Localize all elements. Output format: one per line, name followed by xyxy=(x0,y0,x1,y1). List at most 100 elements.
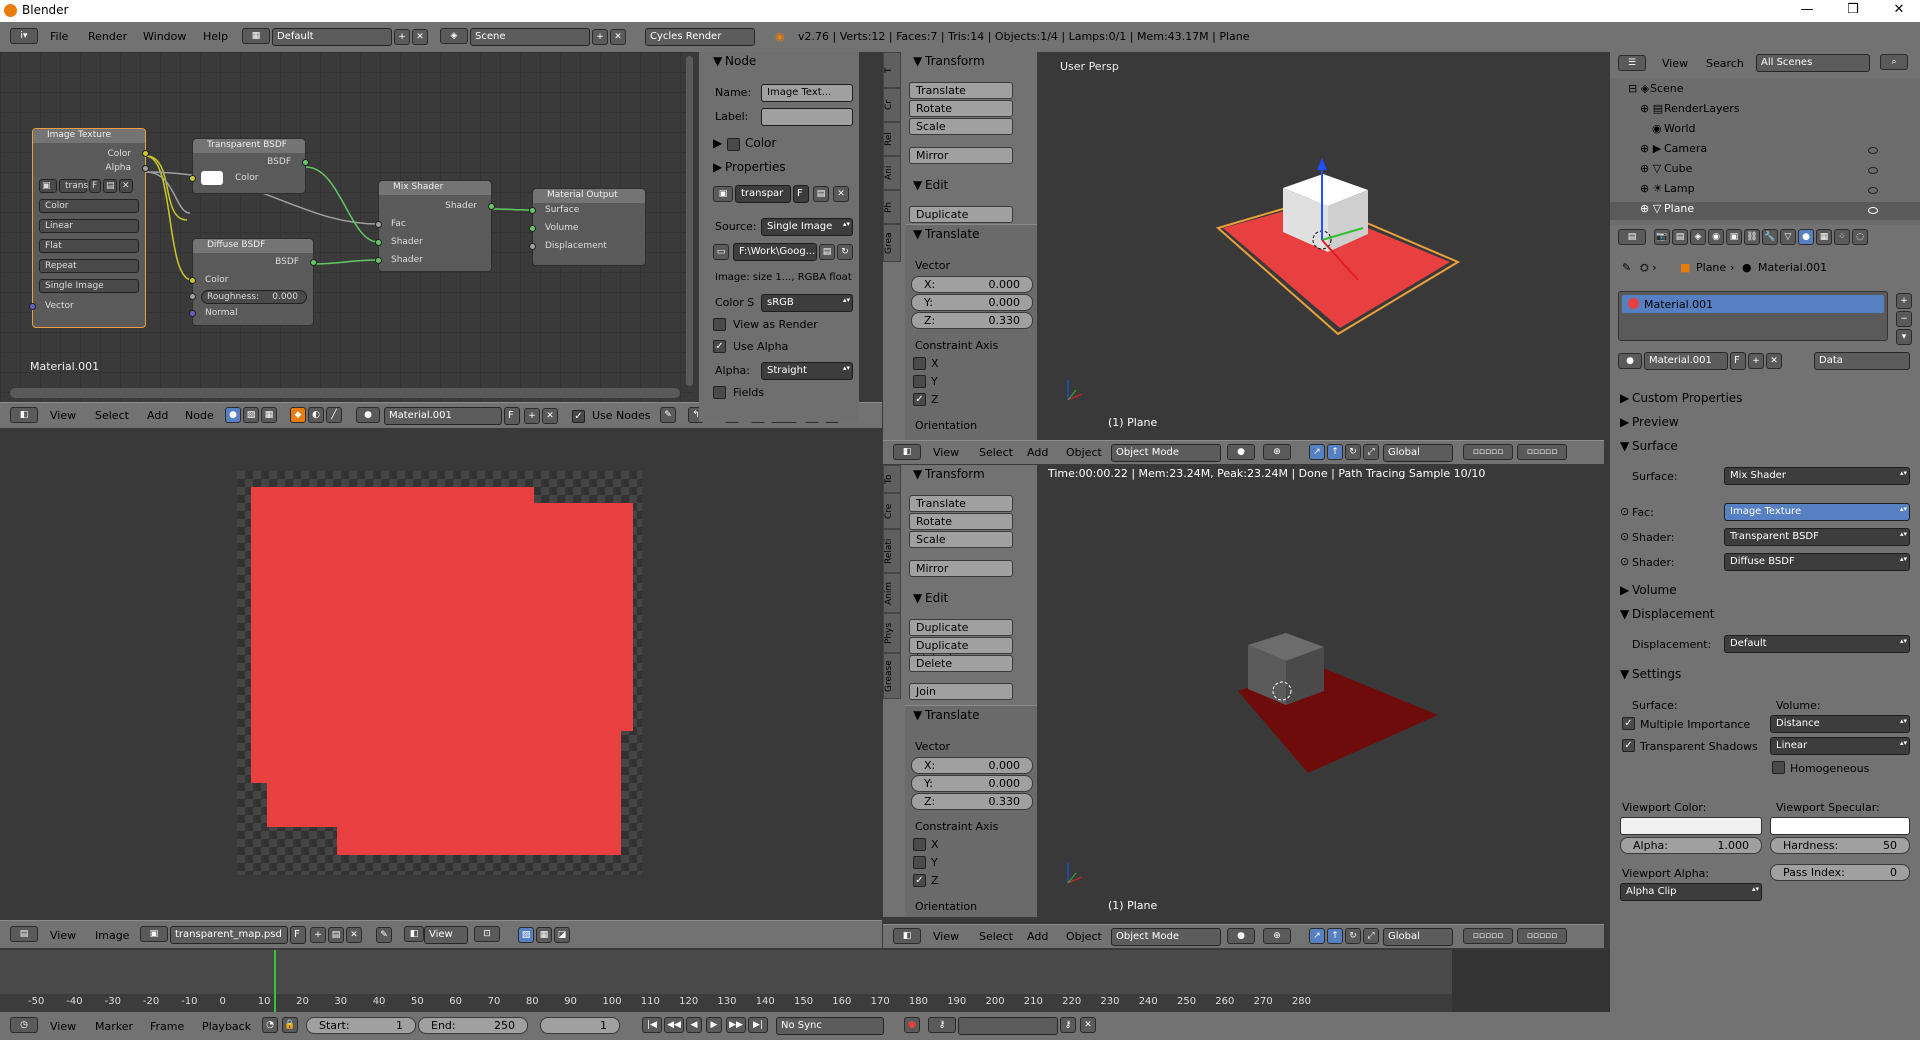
pivot-point-icon[interactable]: ⊕ xyxy=(1263,928,1291,944)
visibility-eye-icon[interactable] xyxy=(1868,147,1878,154)
scene-tab-icon[interactable]: ◈ xyxy=(1690,229,1706,245)
lock-range-icon[interactable]: 🔒 xyxy=(282,1017,298,1033)
operator-title[interactable]: Translate xyxy=(925,227,980,241)
layers-grid-1[interactable]: ▫▫▫▫▫ xyxy=(1463,444,1513,460)
shading-mode-icon[interactable]: ● xyxy=(1227,928,1255,944)
compositor-nodes-icon[interactable]: ▨ xyxy=(243,407,259,423)
rotate-manipulator-icon[interactable]: ↻ xyxy=(1345,444,1361,460)
maximize-button[interactable]: ❒ xyxy=(1830,0,1876,22)
world-shader-icon[interactable]: ◐ xyxy=(308,407,324,423)
rotate-button[interactable]: Rotate xyxy=(909,513,1013,530)
socket-displacement-in[interactable] xyxy=(529,243,536,250)
keying-icon[interactable]: ⚷ xyxy=(928,1017,956,1033)
tab-grease-pencil[interactable]: Grea xyxy=(883,224,901,262)
manipulator-icon[interactable]: ↗ xyxy=(1309,928,1325,944)
tree-item-renderlayers[interactable]: ⊕ ▤ RenderLayers xyxy=(1610,102,1920,120)
socket-color-in[interactable] xyxy=(189,175,196,182)
horizontal-scrollbar[interactable] xyxy=(10,388,680,398)
start-frame-field[interactable]: Start: 1 xyxy=(306,1017,416,1034)
menu-add[interactable]: Add xyxy=(147,409,168,422)
add-material-icon[interactable]: + xyxy=(524,408,540,424)
color-space-select[interactable]: sRGB xyxy=(761,294,853,312)
tab-animation[interactable]: Ani xyxy=(883,156,901,190)
editor-type-icon[interactable]: ▤ xyxy=(10,926,38,942)
image-name-field[interactable]: transpar xyxy=(735,185,791,203)
tab-create[interactable]: Cre xyxy=(883,493,901,529)
menu-view[interactable]: View xyxy=(50,929,76,942)
editor-type-icon[interactable]: ◧ xyxy=(893,928,921,944)
volume-sampling-select[interactable]: Distance xyxy=(1770,715,1910,733)
menu-select[interactable]: Select xyxy=(95,409,129,422)
layers-grid-1[interactable]: ▫▫▫▫▫ xyxy=(1463,928,1513,944)
layout-icon[interactable]: ▦ xyxy=(242,28,270,44)
current-frame-field[interactable]: 1 xyxy=(540,1017,620,1034)
scale-button[interactable]: Scale xyxy=(909,118,1013,135)
homogeneous-checkbox[interactable] xyxy=(1772,761,1785,774)
node-material-output[interactable]: Material Output Surface Volume Displacem… xyxy=(529,188,646,266)
operator-title[interactable]: Translate xyxy=(925,708,980,722)
menu-view[interactable]: View xyxy=(1662,57,1688,70)
delete-keyframe-icon[interactable]: ✕ xyxy=(1080,1017,1096,1033)
shader2-link-icon[interactable]: ⊙ xyxy=(1620,555,1629,568)
rotate-button[interactable]: Rotate xyxy=(909,100,1013,117)
menu-add[interactable]: Add xyxy=(1027,446,1048,459)
tab-create[interactable]: Cr xyxy=(883,88,901,122)
node-transparent-bsdf[interactable]: Transparent BSDF BSDF Color xyxy=(189,138,309,194)
add-slot-icon[interactable]: + xyxy=(1896,293,1912,309)
menu-frame[interactable]: Frame xyxy=(150,1020,184,1033)
panel-properties-title[interactable]: Properties xyxy=(725,160,786,174)
editor-type-icon[interactable]: i▾ xyxy=(10,28,38,44)
mirror-button[interactable]: Mirror xyxy=(909,147,1013,164)
mode-select[interactable]: Object Mode xyxy=(1111,928,1221,946)
unlink-material-icon[interactable]: ✕ xyxy=(542,408,558,424)
minimize-button[interactable]: — xyxy=(1784,0,1830,22)
fake-user-button[interactable]: F xyxy=(89,179,101,193)
viewport-specular-swatch[interactable] xyxy=(1770,817,1910,835)
panel-node-title[interactable]: Node xyxy=(725,54,756,68)
add-layout-icon[interactable]: + xyxy=(394,29,410,45)
add-material-icon[interactable]: + xyxy=(1748,353,1764,369)
tab-tools[interactable]: T xyxy=(883,52,901,88)
operator-arrow[interactable]: ▼ xyxy=(913,227,922,241)
vector-y-field[interactable]: Y: 0.000 xyxy=(911,294,1033,311)
panel-color-title[interactable]: Color xyxy=(745,136,776,150)
duplicate-linked-button[interactable]: Duplicate Linked xyxy=(909,637,1013,665)
object-shader-icon[interactable]: ◆ xyxy=(290,407,306,423)
constraint-z-checkbox[interactable]: ✓ xyxy=(913,874,926,887)
browse-file-icon[interactable]: ▤ xyxy=(819,244,835,260)
edit-arrow[interactable]: ▼ xyxy=(913,591,922,605)
socket-shader-out[interactable] xyxy=(488,203,495,210)
display-z-icon[interactable]: ◪ xyxy=(554,927,570,943)
manipulator-icon[interactable]: ↗ xyxy=(1309,444,1325,460)
fake-user-button[interactable]: F xyxy=(504,407,520,425)
node-name-field[interactable]: Image Text... xyxy=(761,84,853,102)
translate-manipulator-icon[interactable]: ↑ xyxy=(1327,444,1343,460)
socket-volume-in[interactable] xyxy=(529,225,536,232)
image-browse-icon[interactable]: ▣ xyxy=(140,926,168,942)
custom-props-arrow[interactable]: ▶ xyxy=(1620,391,1629,405)
menu-object[interactable]: Object xyxy=(1066,446,1102,459)
jump-keyframe-forward-icon[interactable]: ▶▶ xyxy=(726,1017,746,1033)
play-icon[interactable]: ▶ xyxy=(706,1017,722,1033)
tree-item-scene[interactable]: ⊟ ◈ Scene xyxy=(1610,82,1920,100)
play-reverse-icon[interactable]: ◀ xyxy=(686,1017,702,1033)
tree-item-lamp[interactable]: ⊕ ☀ Lamp xyxy=(1610,182,1920,200)
menu-file[interactable]: File xyxy=(50,30,68,43)
unlink-material-icon[interactable]: ✕ xyxy=(1766,353,1782,369)
record-icon[interactable]: ● xyxy=(904,1017,920,1033)
particles-tab-icon[interactable]: ⁘ xyxy=(1834,229,1850,245)
material-browse-icon[interactable]: ● xyxy=(1618,353,1642,369)
pivot-icon[interactable]: ⊡ xyxy=(474,926,500,942)
material-slot-selected[interactable]: Material.001 xyxy=(1622,295,1884,313)
scale-button[interactable]: Scale xyxy=(909,531,1013,548)
display-mode-select[interactable]: All Scenes xyxy=(1756,54,1870,72)
vector-z-field[interactable]: Z: 0.330 xyxy=(911,793,1033,810)
visibility-eye-icon[interactable] xyxy=(1868,167,1878,174)
vector-z-field[interactable]: Z: 0.330 xyxy=(911,312,1033,329)
pin-icon[interactable]: ✎ xyxy=(660,407,676,423)
edit-arrow[interactable]: ▼ xyxy=(913,178,922,192)
layout-selector[interactable]: Default xyxy=(272,28,392,46)
tab-grease-pencil[interactable]: Grease xyxy=(883,653,901,699)
edit-title[interactable]: Edit xyxy=(925,591,948,605)
editor-type-icon[interactable]: ◧ xyxy=(893,444,921,460)
